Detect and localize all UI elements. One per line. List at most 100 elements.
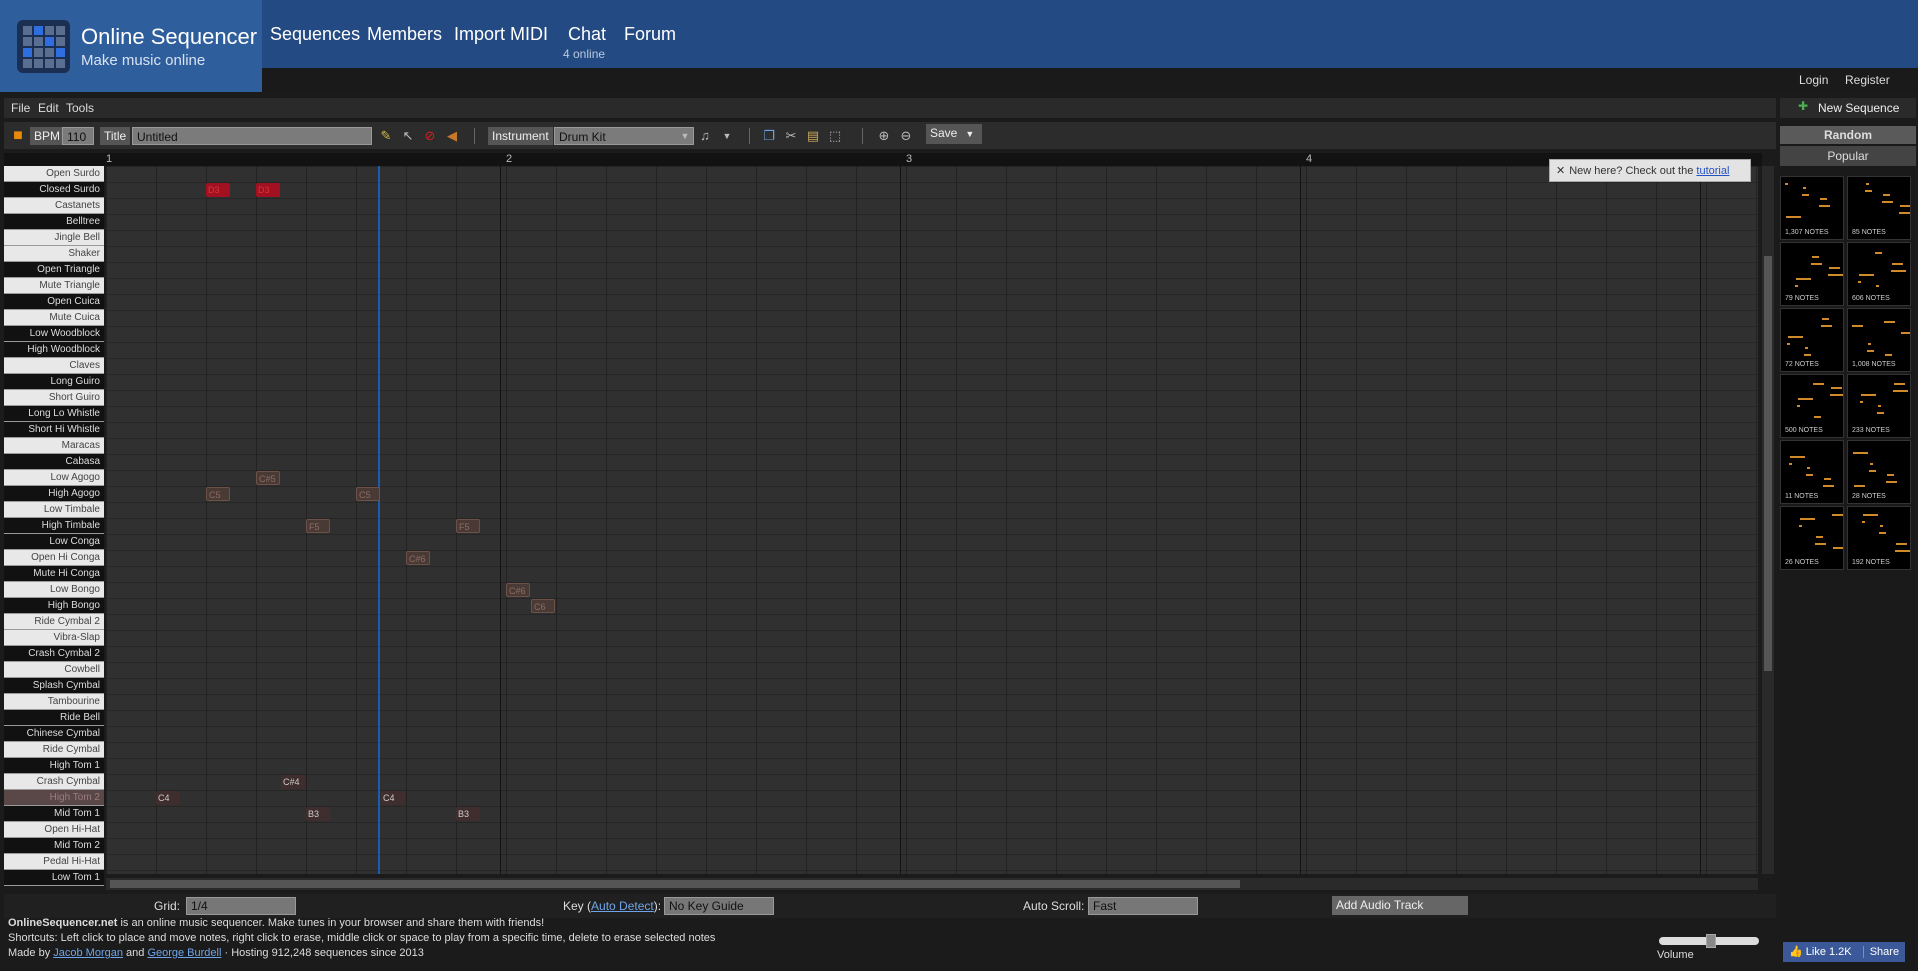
horizontal-scrollbar[interactable] [106,878,1758,890]
copy-icon[interactable]: ❐ [761,128,777,144]
key-row[interactable]: Ride Cymbal [4,742,104,758]
select-arrow-icon[interactable]: ↖ [400,128,416,144]
share-button[interactable]: Share [1862,946,1900,958]
nav-chat[interactable]: Chat [568,24,606,45]
sequence-thumbnail[interactable]: 233 NOTES [1847,374,1911,438]
sequence-thumbnail[interactable]: 500 NOTES [1780,374,1844,438]
note[interactable]: C#6 [406,551,430,565]
tutorial-link[interactable]: tutorial [1696,165,1729,177]
bpm-input[interactable]: 110 [62,127,94,145]
auto-detect-link[interactable]: Auto Detect [591,899,654,913]
key-row[interactable]: High Bongo [4,598,104,614]
chevron-down-icon[interactable]: ▼ [719,128,735,144]
note[interactable]: C#4 [281,775,305,789]
key-row[interactable]: Chinese Cymbal [4,726,104,742]
sequence-thumbnail[interactable]: 1,307 NOTES [1780,176,1844,240]
sequence-thumbnail[interactable]: 72 NOTES [1780,308,1844,372]
author-link-1[interactable]: Jacob Morgan [53,947,123,959]
key-row[interactable]: Castanets [4,198,104,214]
sequence-thumbnail[interactable]: 1,008 NOTES [1847,308,1911,372]
note[interactable]: C#5 [256,471,280,485]
key-row[interactable]: Low Woodblock [4,326,104,342]
sequence-thumbnail[interactable]: 606 NOTES [1847,242,1911,306]
close-icon[interactable]: ✕ [1556,165,1565,177]
key-row[interactable]: Splash Cymbal [4,678,104,694]
logo-box[interactable]: Online Sequencer Make music online [0,0,262,92]
volume-slider-handle[interactable] [1706,934,1716,948]
key-row[interactable]: Crash Cymbal [4,774,104,790]
key-row[interactable]: Tambourine [4,694,104,710]
sequence-thumbnail[interactable]: 79 NOTES [1780,242,1844,306]
save-button[interactable]: Save ▼ [926,124,982,144]
playhead[interactable] [378,166,380,874]
key-row[interactable]: High Agogo [4,486,104,502]
note[interactable]: F5 [456,519,480,533]
key-row[interactable]: Vibra-Slap [4,630,104,646]
key-row[interactable]: Open Hi Conga [4,550,104,566]
nav-sequences[interactable]: Sequences [270,24,360,45]
key-row[interactable]: Pedal Hi-Hat [4,854,104,870]
stop-icon[interactable]: ■ [10,128,26,144]
cut-icon[interactable]: ✂ [783,128,799,144]
note[interactable]: D3 [256,183,280,197]
key-row[interactable]: Low Tom 1 [4,870,104,886]
menu-file[interactable]: File [11,101,30,115]
key-row[interactable]: Low Bongo [4,582,104,598]
key-row[interactable]: Shaker [4,246,104,262]
random-button[interactable]: Random [1780,126,1916,144]
erase-icon[interactable]: ⊘ [422,128,438,144]
key-row[interactable]: High Woodblock [4,342,104,358]
sequence-thumbnail[interactable]: 85 NOTES [1847,176,1911,240]
note[interactable]: C5 [206,487,230,501]
key-row[interactable]: Ride Cymbal 2 [4,614,104,630]
key-row[interactable]: Open Hi-Hat [4,822,104,838]
note[interactable]: B3 [456,807,480,821]
speaker-icon[interactable]: ◀ [444,128,460,144]
note[interactable]: B3 [306,807,330,821]
pencil-icon[interactable]: ✎ [378,128,394,144]
sequence-thumbnail[interactable]: 28 NOTES [1847,440,1911,504]
sequence-thumbnail[interactable]: 192 NOTES [1847,506,1911,570]
key-row[interactable]: Low Agogo [4,470,104,486]
nav-members[interactable]: Members [367,24,442,45]
key-row[interactable]: Cowbell [4,662,104,678]
register-link[interactable]: Register [1845,73,1890,87]
menu-edit[interactable]: Edit [38,101,59,115]
sequence-thumbnail[interactable]: 26 NOTES [1780,506,1844,570]
note[interactable]: C4 [156,791,180,805]
instrument-settings-icon[interactable]: ♫ [697,128,713,144]
vertical-scrollbar[interactable] [1762,166,1774,874]
note[interactable]: C6 [531,599,555,613]
key-row[interactable]: Ride Bell [4,710,104,726]
title-input[interactable]: Untitled [132,127,372,145]
new-sequence-button[interactable]: ✚ New Sequence [1780,98,1916,118]
zoom-in-icon[interactable]: ⊕ [876,128,892,144]
key-row[interactable]: Mute Hi Conga [4,566,104,582]
like-button[interactable]: Like 1.2K [1806,946,1852,958]
nav-forum[interactable]: Forum [624,24,676,45]
popular-button[interactable]: Popular [1780,146,1916,166]
key-row[interactable]: Cabasa [4,454,104,470]
sequence-thumbnail[interactable]: 11 NOTES [1780,440,1844,504]
timeline-ruler[interactable]: 1 2 3 4 [4,153,1762,166]
key-row[interactable]: Open Cuica [4,294,104,310]
horizontal-scroll-thumb[interactable] [110,880,1240,888]
key-row[interactable]: Claves [4,358,104,374]
key-row[interactable]: Mute Triangle [4,278,104,294]
key-row[interactable]: Open Triangle [4,262,104,278]
key-row[interactable]: Maracas [4,438,104,454]
key-row[interactable]: High Tom 2 [4,790,104,806]
key-row[interactable]: High Timbale [4,518,104,534]
paste-icon[interactable]: ▤ [805,128,821,144]
note[interactable]: C#6 [506,583,530,597]
note[interactable]: D3 [206,183,230,197]
instrument-select[interactable]: Drum Kit [554,127,694,145]
instrument-dropdown-icon[interactable]: ▼ [677,128,693,144]
key-row[interactable]: Belltree [4,214,104,230]
key-row[interactable]: Jingle Bell [4,230,104,246]
note[interactable]: F5 [306,519,330,533]
key-row[interactable]: Short Guiro [4,390,104,406]
login-link[interactable]: Login [1799,73,1828,87]
key-row[interactable]: Closed Surdo [4,182,104,198]
key-row[interactable]: Mute Cuica [4,310,104,326]
